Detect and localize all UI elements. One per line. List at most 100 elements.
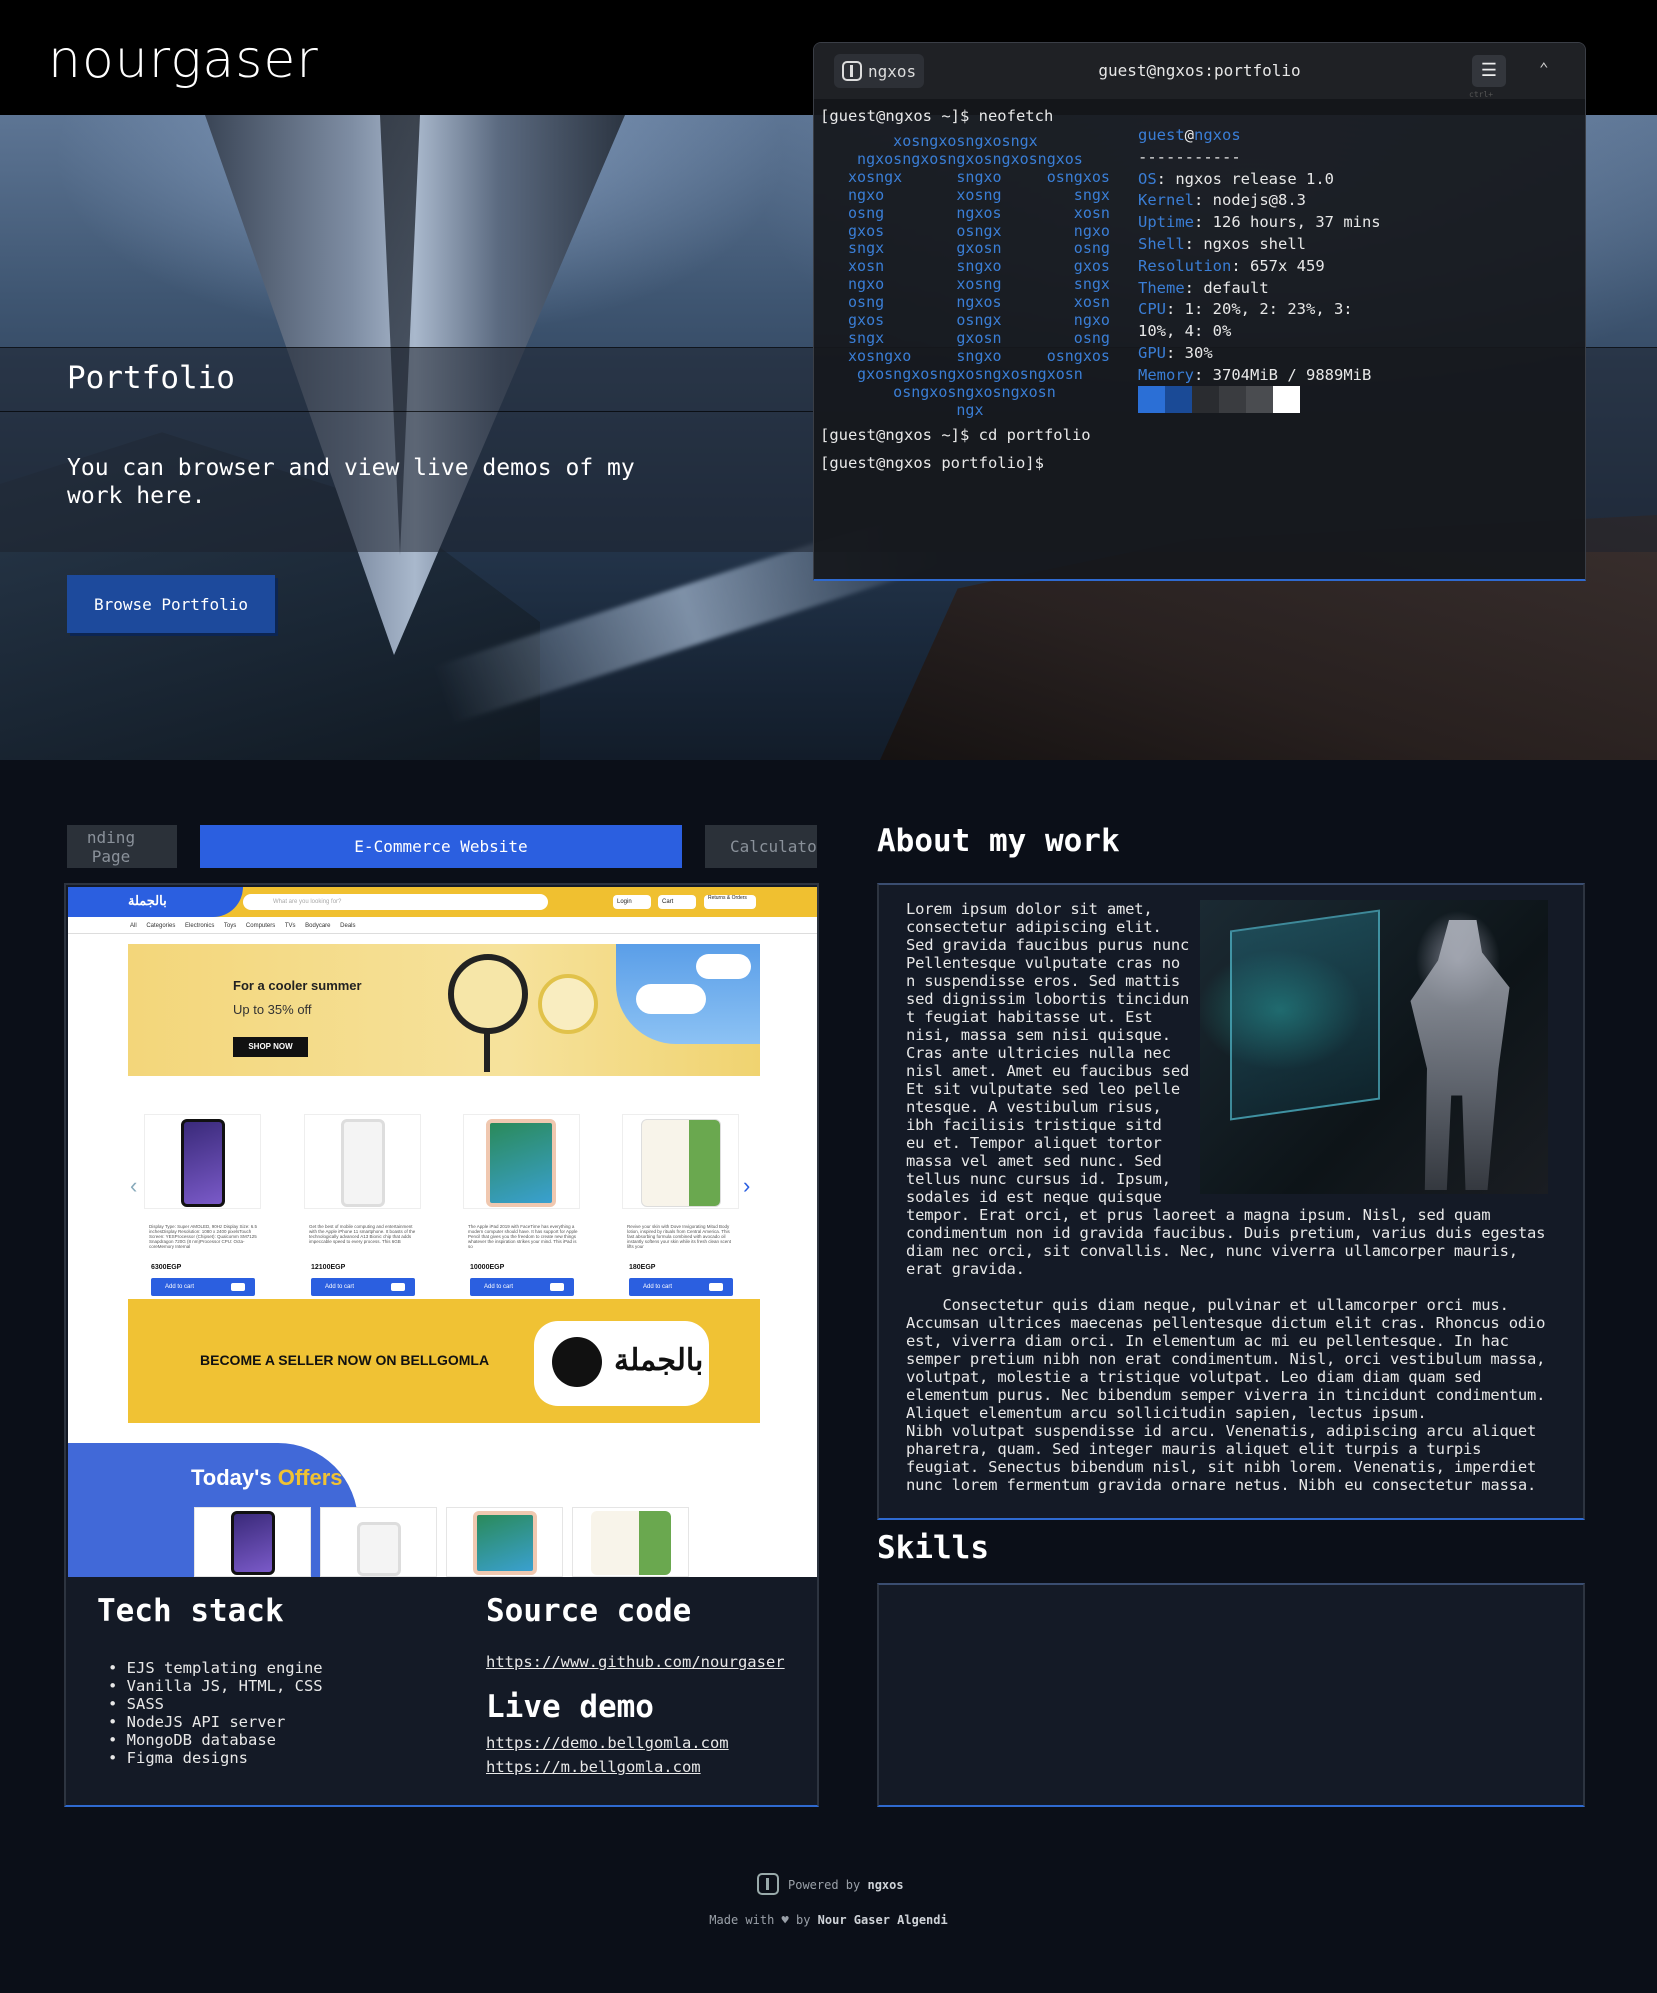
product-description: Get the best of mobile computing and ent… — [309, 1224, 416, 1244]
phone-image — [341, 1119, 385, 1207]
tab-landing-page[interactable]: nding Page — [67, 825, 177, 868]
shot-logo: بالجملة — [128, 893, 167, 908]
product-image — [622, 1114, 739, 1209]
carousel-next-icon: › — [743, 1173, 751, 1198]
neofetch-ascii-logo: xosngxosngxosngx ngxosngxosngxosngxosngx… — [848, 132, 1110, 419]
tech-stack-item: MongoDB database — [108, 1731, 323, 1749]
tech-stack-item: SASS — [108, 1695, 323, 1713]
shot-product-card: The Apple iPad 2019 with FaceTime has ev… — [463, 1114, 580, 1314]
shot-category-nav: All Categories Electronics Toys Computer… — [130, 923, 356, 929]
neofetch-color-swatches — [1138, 386, 1300, 413]
product-description: Display Type: Super AMOLED, 90Hz Display… — [149, 1224, 257, 1249]
neofetch-resolution: 657x 459 — [1250, 256, 1325, 275]
hero-divider — [0, 411, 815, 412]
product-image — [304, 1114, 421, 1209]
seller-banner-text: BECOME A SELLER NOW ON BELLGOMLA — [200, 1352, 490, 1368]
ngxos-logo-icon — [757, 1873, 779, 1895]
product-image — [463, 1114, 580, 1209]
tablet-image — [486, 1119, 556, 1207]
terminal-line: [guest@ngxos ~]$ neofetch — [820, 107, 1054, 125]
add-to-cart-button: Add to cart — [151, 1278, 255, 1296]
neofetch-separator: ----------- — [1138, 147, 1241, 166]
tab-e-commerce-website[interactable]: E-Commerce Website — [200, 825, 682, 868]
seller-logo-card: بالجملة — [534, 1321, 709, 1406]
terminal-window[interactable]: ngxos guest@ngxos:portfolio ☰ ctrl+ ⌃ [g… — [813, 42, 1586, 581]
fan-image — [538, 974, 598, 1034]
source-code-title: Source code — [486, 1593, 692, 1629]
tech-stack-item: EJS templating engine — [108, 1659, 323, 1677]
terminal-titlebar[interactable]: ngxos guest@ngxos:portfolio ☰ ctrl+ ⌃ — [814, 43, 1585, 99]
shot-returns: Returns & Orders — [704, 895, 756, 909]
neofetch-gpu: 30% — [1184, 343, 1213, 362]
shot-cart: Cart — [658, 895, 696, 909]
shot-seller-banner: BECOME A SELLER NOW ON BELLGOMLA بالجملة — [128, 1299, 760, 1423]
live-demo-title: Live demo — [486, 1689, 654, 1725]
powered-by-name[interactable]: ngxos — [867, 1878, 903, 1892]
tech-stack-list: EJS templating engine Vanilla JS, HTML, … — [108, 1659, 323, 1767]
chevron-up-icon[interactable]: ⌃ — [1539, 59, 1549, 78]
add-to-cart-button: Add to cart — [470, 1278, 574, 1296]
fan-stand — [484, 1032, 490, 1072]
made-with: Made with ♥ by Nour Gaser Algendi — [709, 1913, 948, 1927]
hero-subtitle: You can browser and view live demos of m… — [67, 455, 635, 509]
phone-image — [181, 1119, 225, 1207]
lotion-image — [591, 1511, 671, 1575]
neofetch-theme: default — [1203, 278, 1269, 297]
color-swatch — [1219, 386, 1246, 413]
hamburger-menu-icon[interactable]: ☰ — [1472, 55, 1506, 87]
skills-panel — [877, 1583, 1585, 1807]
menu-shortcut-hint: ctrl+ — [1469, 90, 1494, 99]
tablet-image — [473, 1511, 537, 1575]
cloud — [696, 954, 751, 979]
promo-headline: For a cooler summer — [233, 978, 362, 993]
add-to-cart-button: Add to cart — [311, 1278, 415, 1296]
neofetch-user: guest — [1138, 126, 1185, 144]
color-swatch — [1273, 386, 1300, 413]
phone-image — [231, 1511, 275, 1575]
offer-card — [572, 1507, 689, 1577]
tech-stack-item: NodeJS API server — [108, 1713, 323, 1731]
neofetch-host: ngxos — [1194, 126, 1241, 144]
author-name[interactable]: Nour Gaser Algendi — [818, 1913, 948, 1927]
live-demo-link[interactable]: https://demo.bellgomla.com — [486, 1734, 729, 1752]
neofetch-cpu-cont: 10%, 4: 0% — [1138, 322, 1232, 341]
shot-promo-banner: For a cooler summer Up to 35% off SHOP N… — [128, 944, 760, 1076]
site-logo[interactable]: nourgaser — [48, 30, 319, 90]
neofetch-kernel: nodejs@8.3 — [1212, 191, 1306, 210]
live-demo-mobile-link[interactable]: https://m.bellgomla.com — [486, 1758, 701, 1776]
color-swatch — [1138, 386, 1165, 413]
heart-icon: ♥ — [781, 1913, 789, 1927]
carousel-prev-icon: ‹ — [130, 1173, 138, 1198]
project-screenshot[interactable]: بالجملة What are you looking for? Login … — [68, 887, 817, 1577]
promo-discount: Up to 35% off — [233, 1002, 312, 1017]
promo-shop-now: SHOP NOW — [233, 1037, 308, 1057]
phone-image — [357, 1522, 401, 1576]
offer-card — [194, 1507, 311, 1577]
product-price: 10000EGP — [470, 1264, 505, 1271]
terminal-line: [guest@ngxos ~]$ cd portfolio — [820, 426, 1091, 444]
neofetch-os: ngxos release 1.0 — [1175, 169, 1334, 188]
tech-stack-title: Tech stack — [97, 1593, 284, 1629]
cloud — [636, 984, 706, 1014]
hero-title: Portfolio — [67, 360, 235, 396]
fan-image — [448, 954, 528, 1034]
color-swatch — [1246, 386, 1273, 413]
product-price: 12100EGP — [311, 1264, 346, 1271]
offer-card — [320, 1507, 437, 1577]
sky-image — [616, 944, 760, 1044]
shot-product-card: Get the best of mobile computing and ent… — [304, 1114, 421, 1314]
source-code-link[interactable]: https://www.github.com/nourgaser — [486, 1653, 785, 1671]
neofetch-memory: 3704MiB / 9889MiB — [1212, 365, 1372, 384]
color-swatch — [1192, 386, 1219, 413]
product-description: Revive your skin with Dove Invigorating … — [627, 1224, 732, 1249]
product-price: 6300EGP — [151, 1264, 182, 1271]
browse-portfolio-button[interactable]: Browse Portfolio — [67, 575, 275, 633]
shot-nav-divider — [68, 933, 817, 934]
about-text: Lorem ipsum dolor sit amet, consectetur … — [906, 900, 1546, 1494]
lotion-image — [641, 1119, 721, 1207]
tab-calculator[interactable]: Calculator — [705, 825, 817, 868]
add-to-cart-button: Add to cart — [629, 1278, 733, 1296]
bellgomla-logo-icon — [552, 1337, 602, 1387]
shot-product-card: Display Type: Super AMOLED, 90Hz Display… — [144, 1114, 261, 1314]
terminal-prompt[interactable]: [guest@ngxos portfolio]$ — [820, 454, 1044, 472]
